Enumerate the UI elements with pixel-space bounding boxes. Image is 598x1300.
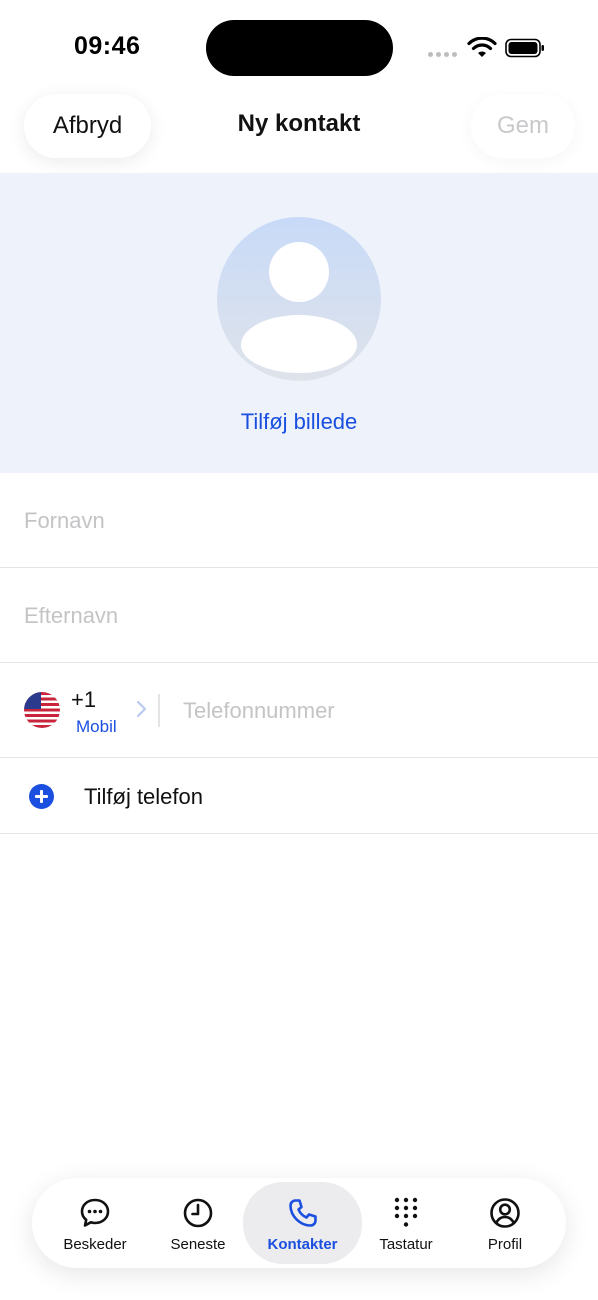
plus-circle-icon [29, 784, 54, 809]
add-phone-button[interactable]: Tilføj telefon [0, 758, 598, 834]
status-bar: 09:46 [0, 0, 598, 90]
cellular-signal-icon [428, 52, 457, 57]
status-time: 09:46 [74, 32, 141, 60]
first-name-row [0, 473, 598, 568]
tab-label: Kontakter [267, 1236, 338, 1253]
tab-tastatur[interactable]: Tastatur [358, 1182, 454, 1264]
phone-type-label[interactable]: Mobil [76, 717, 117, 737]
add-phone-label: Tilføj telefon [84, 784, 204, 809]
phone-number-field[interactable] [183, 693, 573, 729]
tab-kontakter[interactable]: Kontakter [243, 1182, 362, 1264]
profile-icon [490, 1198, 520, 1228]
first-name-field[interactable] [24, 503, 564, 539]
add-photo-link[interactable]: Tilføj billede [0, 409, 598, 435]
tab-bar: Beskeder Seneste Kontakter Tastatur Prof… [32, 1178, 566, 1268]
phone-row: +1 Mobil [0, 663, 598, 758]
save-button[interactable]: Gem [471, 94, 575, 158]
last-name-field[interactable] [24, 598, 564, 634]
tab-label: Seneste [170, 1236, 226, 1253]
last-name-row [0, 568, 598, 663]
chat-bubble-icon [80, 1198, 110, 1227]
tab-label: Profil [487, 1236, 523, 1253]
tab-beskeder[interactable]: Beskeder [46, 1182, 144, 1264]
chevron-right-icon[interactable] [134, 699, 148, 719]
tab-seneste[interactable]: Seneste [150, 1182, 246, 1264]
keypad-icon [394, 1197, 418, 1227]
battery-icon [505, 38, 544, 58]
dynamic-island [206, 20, 393, 76]
avatar-placeholder-icon[interactable] [217, 217, 381, 381]
country-code[interactable]: +1 [71, 687, 96, 713]
phone-icon [288, 1199, 317, 1227]
us-flag-icon[interactable] [24, 692, 60, 728]
nav-bar: Afbryd Ny kontakt Gem [0, 90, 598, 172]
tab-profil[interactable]: Profil [457, 1182, 553, 1264]
wifi-icon [467, 37, 497, 57]
divider [158, 694, 160, 727]
tab-label: Tastatur [379, 1236, 433, 1253]
tab-label: Beskeder [63, 1236, 127, 1253]
clock-icon [183, 1198, 213, 1228]
photo-section: Tilføj billede [0, 173, 598, 473]
